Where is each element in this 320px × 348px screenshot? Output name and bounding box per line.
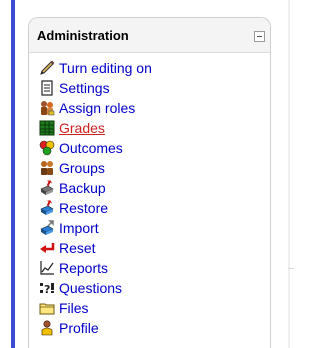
backup-icon <box>40 180 54 195</box>
menu-item-grades[interactable]: Grades <box>39 118 105 138</box>
admin-menu: Turn editing on Settings Assign roles Gr… <box>29 18 270 348</box>
menu-item-backup[interactable]: Backup <box>39 178 106 198</box>
assign-roles-icon <box>41 101 55 116</box>
menu-item-label: Restore <box>59 200 109 216</box>
menu-item-label: Turn editing on <box>59 60 152 76</box>
menu-item-label: Questions <box>59 280 123 296</box>
menu-item-label: Import <box>59 220 99 236</box>
profile-icon <box>41 320 53 336</box>
menu-item-label: Profile <box>59 320 99 336</box>
menu-item-profile[interactable]: Profile <box>39 318 99 338</box>
menu-item-label: Outcomes <box>59 140 123 156</box>
menu-item-turn-editing-on[interactable]: Turn editing on <box>39 58 152 78</box>
menu-item-reports[interactable]: Reports <box>39 258 108 278</box>
menu-item-label: Reset <box>59 240 96 256</box>
right-divider-tick <box>288 268 294 269</box>
questions-icon: ? <box>40 283 54 296</box>
edit-pencil-icon <box>40 60 55 75</box>
reset-arrow-icon <box>40 243 55 253</box>
folder-icon <box>39 303 55 315</box>
import-icon <box>40 220 54 235</box>
reports-chart-icon <box>40 261 54 275</box>
grades-table-icon <box>39 120 55 136</box>
menu-item-label: Grades <box>59 120 105 136</box>
menu-item-groups[interactable]: Groups <box>39 158 105 178</box>
settings-document-icon <box>41 80 53 96</box>
restore-icon <box>40 200 54 215</box>
menu-item-reset[interactable]: Reset <box>39 238 96 258</box>
menu-item-label: Groups <box>59 160 105 176</box>
menu-item-restore[interactable]: Restore <box>39 198 108 218</box>
menu-item-files[interactable]: Files <box>39 298 89 318</box>
menu-item-label: Settings <box>59 80 110 96</box>
menu-item-questions[interactable]: ? Questions <box>39 278 122 298</box>
left-accent-bar <box>11 0 15 348</box>
groups-icon <box>41 161 53 175</box>
menu-item-label: Files <box>59 300 89 316</box>
menu-item-settings[interactable]: Settings <box>39 78 110 98</box>
menu-item-label: Backup <box>59 180 106 196</box>
outcomes-icon <box>39 140 55 156</box>
menu-item-import[interactable]: Import <box>39 218 99 238</box>
menu-item-outcomes[interactable]: Outcomes <box>39 138 123 158</box>
menu-item-assign-roles[interactable]: Assign roles <box>39 98 135 118</box>
menu-item-label: Assign roles <box>59 100 136 116</box>
menu-item-label: Reports <box>59 260 109 276</box>
administration-block: Administration Turn editing on Settings <box>28 17 271 348</box>
right-divider <box>288 0 290 348</box>
svg-text:?: ? <box>44 283 50 296</box>
